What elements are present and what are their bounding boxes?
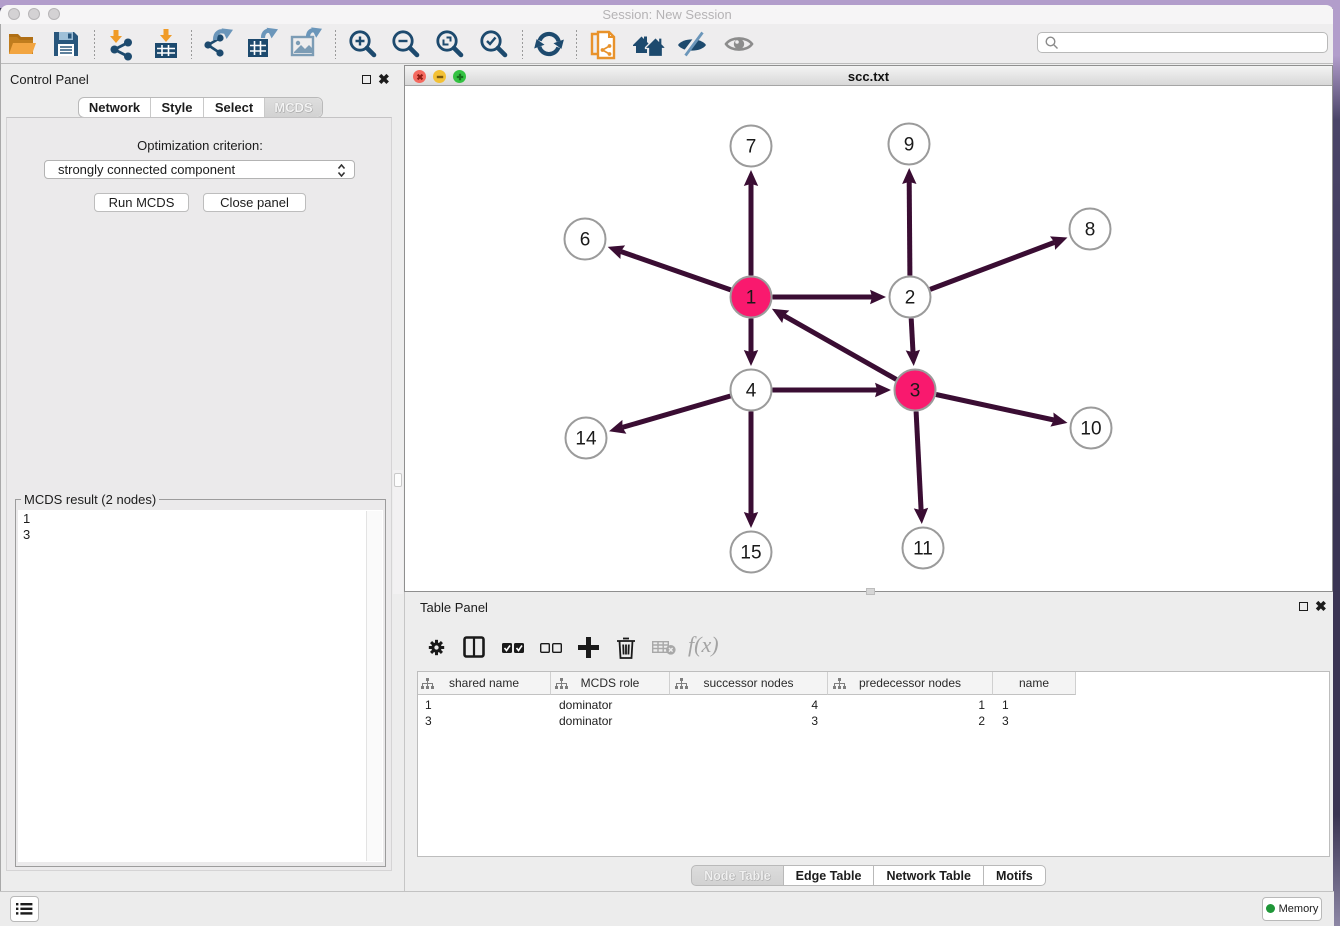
svg-text:11: 11 [913, 539, 933, 560]
svg-text:15: 15 [740, 543, 761, 564]
svg-text:4: 4 [746, 381, 757, 402]
svg-text:2: 2 [905, 288, 916, 309]
svg-text:8: 8 [1085, 220, 1096, 241]
svg-text:7: 7 [746, 137, 757, 158]
svg-text:1: 1 [746, 288, 757, 309]
svg-text:3: 3 [910, 381, 921, 402]
svg-text:10: 10 [1080, 419, 1101, 440]
svg-text:9: 9 [904, 135, 915, 156]
svg-text:14: 14 [575, 429, 597, 450]
svg-text:6: 6 [580, 230, 591, 251]
